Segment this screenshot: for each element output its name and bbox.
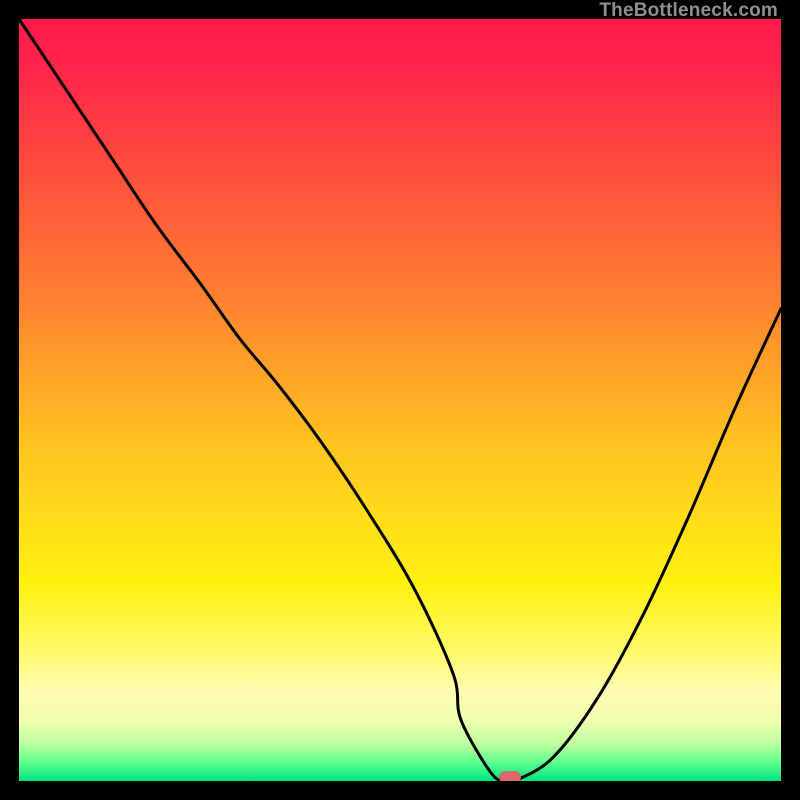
plot-area <box>19 19 781 781</box>
curve-svg <box>19 19 781 781</box>
optimal-marker <box>499 771 521 781</box>
outer-frame: TheBottleneck.com <box>0 0 800 800</box>
bottleneck-curve <box>19 19 781 781</box>
